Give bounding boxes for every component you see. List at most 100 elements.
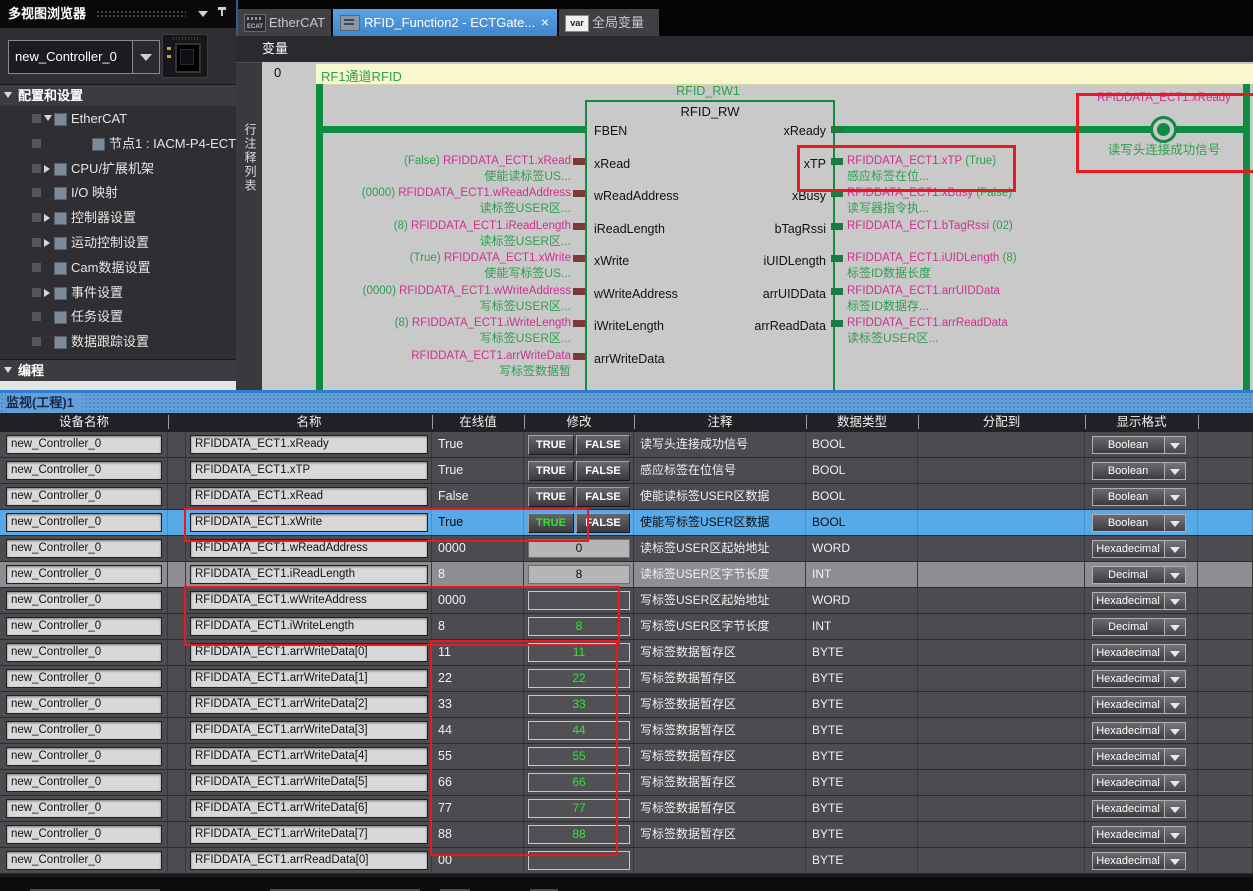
table-row[interactable]: new_Controller_0 RFIDDATA_ECT1.iReadLengt… — [0, 562, 1253, 588]
chevron-down-icon[interactable] — [1164, 515, 1185, 531]
display-format-select[interactable]: Hexadecimal — [1092, 722, 1186, 740]
modify-value-field[interactable]: 77 — [528, 799, 630, 818]
watch-title-bar[interactable]: 监视(工程)1 — [0, 393, 1253, 413]
chevron-down-icon[interactable] — [1164, 723, 1185, 739]
device-name-field[interactable]: new_Controller_0 — [6, 487, 162, 506]
explorer-menu-caret-icon[interactable] — [198, 11, 208, 17]
tree-item--[interactable]: 事件设置 — [0, 281, 236, 304]
expand-icon[interactable] — [44, 214, 50, 222]
set-true-button[interactable]: TRUE — [528, 435, 574, 455]
variable-name-field[interactable]: RFIDDATA_ECT1.arrWriteData[2] — [190, 695, 428, 714]
variable-name-field[interactable]: RFIDDATA_ECT1.arrWriteData[3] — [190, 721, 428, 740]
variable-name-field[interactable]: RFIDDATA_ECT1.iReadLength — [190, 565, 428, 584]
variable-name-field[interactable]: RFIDDATA_ECT1.xTP — [190, 461, 428, 480]
chevron-down-icon[interactable] — [1164, 671, 1185, 687]
row-comment-list-strip[interactable]: 行注释列表 — [236, 63, 262, 390]
chevron-down-icon[interactable] — [1164, 619, 1185, 635]
pin-icon[interactable] — [218, 7, 226, 20]
chevron-down-icon[interactable] — [1164, 827, 1185, 843]
variable-name-field[interactable]: RFIDDATA_ECT1.arrWriteData[1] — [190, 669, 428, 688]
table-row[interactable]: new_Controller_0 RFIDDATA_ECT1.wReadAddre… — [0, 536, 1253, 562]
collapse-icon[interactable] — [44, 115, 52, 121]
tree-item--[interactable]: 运动控制设置 — [0, 231, 236, 254]
variable-name-field[interactable]: RFIDDATA_ECT1.xRead — [190, 487, 428, 506]
set-false-button[interactable]: FALSE — [576, 487, 630, 507]
chevron-down-icon[interactable] — [1164, 697, 1185, 713]
table-row[interactable]: new_Controller_0RFIDDATA_ECT1.xReadFalse… — [0, 484, 1253, 510]
tree-item-i-o-[interactable]: I/O 映射 — [0, 181, 236, 204]
expand-icon[interactable] — [44, 165, 50, 173]
tab-ethercat[interactable]: ECAT EtherCAT — [238, 9, 331, 36]
device-name-field[interactable]: new_Controller_0 — [6, 695, 162, 714]
modify-value-field[interactable]: 8 — [528, 565, 630, 584]
display-format-select[interactable]: Hexadecimal — [1092, 852, 1186, 870]
variable-name-field[interactable]: RFIDDATA_ECT1.iWriteLength — [190, 617, 428, 636]
chevron-down-icon[interactable] — [1164, 541, 1185, 557]
controller-select[interactable]: new_Controller_0 — [8, 40, 160, 74]
variable-name-field[interactable]: RFIDDATA_ECT1.arrWriteData[4] — [190, 747, 428, 766]
device-name-field[interactable]: new_Controller_0 — [6, 539, 162, 558]
tree-item-cpu-[interactable]: CPU/扩展机架 — [0, 157, 236, 180]
tab-close-icon[interactable]: × — [541, 9, 549, 36]
device-name-field[interactable]: new_Controller_0 — [6, 773, 162, 792]
set-true-button[interactable]: TRUE — [528, 513, 574, 533]
variable-name-field[interactable]: RFIDDATA_ECT1.wReadAddress — [190, 539, 428, 558]
table-row[interactable]: new_Controller_0 RFIDDATA_ECT1.arrWriteDa… — [0, 692, 1253, 718]
chevron-down-icon[interactable] — [1164, 801, 1185, 817]
display-format-select[interactable]: Hexadecimal — [1092, 774, 1186, 792]
table-row[interactable]: new_Controller_0RFIDDATA_ECT1.arrReadDat… — [0, 848, 1253, 874]
modify-value-field[interactable] — [528, 591, 630, 610]
device-name-field[interactable]: new_Controller_0 — [6, 617, 162, 636]
tree-item-ethercat[interactable]: EtherCAT — [0, 107, 236, 130]
table-row[interactable]: new_Controller_0 RFIDDATA_ECT1.arrWriteDa… — [0, 744, 1253, 770]
table-row[interactable]: new_Controller_0 RFIDDATA_ECT1.iWriteLeng… — [0, 614, 1253, 640]
display-format-select[interactable]: Decimal — [1092, 566, 1186, 584]
variable-name-field[interactable]: RFIDDATA_ECT1.arrWriteData[6] — [190, 799, 428, 818]
display-format-select[interactable]: Decimal — [1092, 618, 1186, 636]
tree-item--[interactable]: 控制器设置 — [0, 206, 236, 229]
expand-icon[interactable] — [44, 239, 50, 247]
variable-name-field[interactable]: RFIDDATA_ECT1.arrWriteData[7] — [190, 825, 428, 844]
section-config-settings[interactable]: 配置和设置 — [0, 84, 236, 106]
device-name-field[interactable]: new_Controller_0 — [6, 435, 162, 454]
rung-comment-bar[interactable]: RF1通道RFID — [316, 64, 1253, 85]
tree-item--[interactable]: 任务设置 — [0, 305, 236, 328]
table-row[interactable]: new_Controller_0RFIDDATA_ECT1.wWriteAddr… — [0, 588, 1253, 614]
display-format-select[interactable]: Hexadecimal — [1092, 592, 1186, 610]
set-false-button[interactable]: FALSE — [576, 461, 630, 481]
display-format-select[interactable]: Hexadecimal — [1092, 540, 1186, 558]
modify-value-field[interactable] — [528, 851, 630, 870]
set-false-button[interactable]: FALSE — [576, 513, 630, 533]
device-name-field[interactable]: new_Controller_0 — [6, 669, 162, 688]
table-row[interactable]: new_Controller_0 RFIDDATA_ECT1.arrWriteDa… — [0, 666, 1253, 692]
display-format-select[interactable]: Boolean — [1092, 514, 1186, 532]
tree-item--[interactable]: 数据跟踪设置 — [0, 330, 236, 353]
modify-value-field[interactable]: 55 — [528, 747, 630, 766]
modify-value-field[interactable]: 66 — [528, 773, 630, 792]
set-true-button[interactable]: TRUE — [528, 487, 574, 507]
chevron-down-icon[interactable] — [1164, 645, 1185, 661]
device-name-field[interactable]: new_Controller_0 — [6, 565, 162, 584]
chevron-down-icon[interactable] — [1164, 749, 1185, 765]
chevron-down-icon[interactable] — [1164, 775, 1185, 791]
table-row[interactable]: new_Controller_0RFIDDATA_ECT1.arrWriteDa… — [0, 640, 1253, 666]
table-row[interactable]: new_Controller_0RFIDDATA_ECT1.xReadyTrue… — [0, 432, 1253, 458]
chevron-down-icon[interactable] — [1164, 437, 1185, 453]
device-name-field[interactable]: new_Controller_0 — [6, 747, 162, 766]
display-format-select[interactable]: Hexadecimal — [1092, 800, 1186, 818]
rfid-rw-function-block[interactable]: RFID_RW FBENxReadwReadAddressiReadLength… — [585, 100, 835, 390]
device-name-field[interactable]: new_Controller_0 — [6, 851, 162, 870]
section-programming[interactable]: 编程 — [0, 359, 236, 381]
chevron-down-icon[interactable] — [1164, 593, 1185, 609]
table-row[interactable]: new_Controller_0 RFIDDATA_ECT1.arrWriteDa… — [0, 796, 1253, 822]
device-name-field[interactable]: new_Controller_0 — [6, 643, 162, 662]
modify-value-field[interactable]: 88 — [528, 825, 630, 844]
display-format-select[interactable]: Hexadecimal — [1092, 644, 1186, 662]
variable-name-field[interactable]: RFIDDATA_ECT1.arrWriteData[5] — [190, 773, 428, 792]
modify-value-field[interactable]: 44 — [528, 721, 630, 740]
device-name-field[interactable]: new_Controller_0 — [6, 799, 162, 818]
expand-icon[interactable] — [44, 289, 50, 297]
fbd-canvas[interactable]: 0 RF1通道RFID RFID_RW1 RFID_RW FBENxReadwR… — [262, 62, 1253, 390]
display-format-select[interactable]: Boolean — [1092, 488, 1186, 506]
device-name-field[interactable]: new_Controller_0 — [6, 513, 162, 532]
